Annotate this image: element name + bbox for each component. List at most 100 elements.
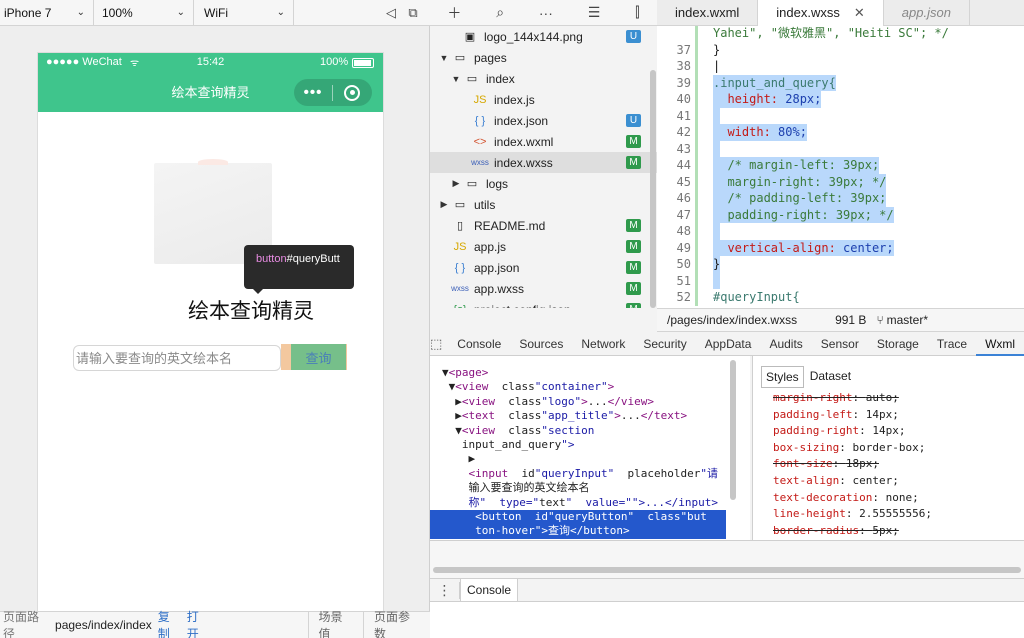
- style-declaration[interactable]: padding-right: 14px;: [773, 423, 905, 440]
- copy-path-link[interactable]: 复制: [158, 608, 181, 638]
- style-declaration[interactable]: padding-left: 14px;: [773, 407, 899, 424]
- style-declaration[interactable]: text-decoration: none;: [773, 490, 919, 507]
- close-target-icon[interactable]: [333, 84, 371, 101]
- tab-dataset[interactable]: Dataset: [806, 366, 855, 388]
- devtools-tab-audits[interactable]: Audits: [760, 332, 811, 356]
- code-line[interactable]: 41: [657, 107, 1024, 124]
- wxml-node[interactable]: 输入要查询的英文绘本名: [442, 481, 589, 495]
- wxml-node-selected[interactable]: <button id"queryButton" class"but: [430, 510, 726, 525]
- wxml-node[interactable]: ▶: [442, 452, 475, 466]
- tab-app-json[interactable]: app.json: [884, 0, 970, 26]
- wxml-node[interactable]: ▶<view class"logo">...</view>: [442, 395, 654, 409]
- wxml-tree[interactable]: ▼<page> ▼<view class"container"> ▶<view …: [430, 356, 750, 540]
- code-line[interactable]: 47 padding-right: 39px; */: [657, 206, 1024, 223]
- chevron-down-icon[interactable]: ▼: [438, 53, 450, 63]
- devtools-tab-security[interactable]: Security: [634, 332, 695, 356]
- element-picker-icon[interactable]: ⬚: [430, 336, 442, 352]
- devtools-tab-appdata[interactable]: AppData: [696, 332, 761, 356]
- code-line[interactable]: 43: [657, 140, 1024, 157]
- query-button[interactable]: 查询: [291, 344, 346, 370]
- style-declaration[interactable]: margin-right: auto;: [773, 390, 899, 407]
- wxml-tree-scrollbar[interactable]: [730, 360, 736, 500]
- code-line[interactable]: 50}: [657, 256, 1024, 273]
- collapse-list-icon[interactable]: ☰: [588, 4, 601, 21]
- code-line[interactable]: 40 height: 28px;: [657, 91, 1024, 108]
- file-tree-item[interactable]: ▼ ▭ index: [430, 68, 657, 89]
- more-dots-icon[interactable]: •••: [294, 84, 332, 101]
- query-input[interactable]: [73, 345, 281, 371]
- code-line[interactable]: 37}: [657, 41, 1024, 58]
- add-file-icon[interactable]: ＋: [447, 3, 461, 23]
- devtools-tab-network[interactable]: Network: [572, 332, 634, 356]
- wxml-node[interactable]: ▼<view class"section: [442, 424, 594, 438]
- wxml-node[interactable]: <input id"queryInput" placeholder"请: [442, 467, 718, 481]
- code-line[interactable]: 46 /* padding-left: 39px;: [657, 190, 1024, 207]
- code-line[interactable]: 52 #queryInput{: [657, 289, 1024, 306]
- code-line[interactable]: 45 margin-right: 39px; */: [657, 173, 1024, 190]
- file-tree-item[interactable]: <> index.wxml M: [430, 131, 657, 152]
- menu-capsule[interactable]: •••: [294, 79, 372, 106]
- open-path-link[interactable]: 打开: [187, 608, 210, 638]
- code-line[interactable]: 48: [657, 223, 1024, 240]
- file-tree-item[interactable]: ▯ README.md M: [430, 215, 657, 236]
- popout-window-icon[interactable]: ⧉: [402, 2, 424, 24]
- wxml-node[interactable]: ▼<page>: [442, 366, 488, 380]
- tab-index-wxss[interactable]: index.wxss ✕: [758, 0, 884, 26]
- file-tree-item[interactable]: ▼ ▭ pages: [430, 47, 657, 68]
- chevron-down-icon[interactable]: ▼: [450, 74, 462, 84]
- style-declaration[interactable]: box-sizing: border-box;: [773, 440, 925, 457]
- style-declaration[interactable]: line-height: 2.55555556;: [773, 506, 932, 523]
- code-line[interactable]: 51: [657, 272, 1024, 289]
- search-icon[interactable]: ⌕: [496, 4, 504, 21]
- git-branch[interactable]: master*: [887, 313, 928, 327]
- wxml-node-selected[interactable]: ton-hover">查询</button>: [430, 524, 726, 539]
- scene-value-button[interactable]: 场景值: [309, 608, 364, 638]
- zoom-select[interactable]: 100% ⌄: [94, 0, 194, 26]
- style-declaration[interactable]: border-radius: 5px;: [773, 523, 899, 540]
- devtools-tab-sensor[interactable]: Sensor: [812, 332, 868, 356]
- chevron-right-icon[interactable]: ▶: [438, 199, 450, 210]
- code-line[interactable]: 42 width: 80%;: [657, 124, 1024, 141]
- drawer-menu-icon[interactable]: ⋮: [430, 581, 460, 599]
- tab-styles[interactable]: Styles: [761, 366, 804, 388]
- wxml-node[interactable]: 称" type="text" value="">...</input>: [442, 496, 717, 510]
- file-tree-item[interactable]: wxss app.wxss M: [430, 278, 657, 299]
- devtools-tab-trace[interactable]: Trace: [928, 332, 976, 356]
- file-tree-item[interactable]: { } app.json M: [430, 257, 657, 278]
- code-line[interactable]: 44 /* margin-left: 39px;: [657, 157, 1024, 174]
- device-select[interactable]: iPhone 7 ⌄: [0, 0, 94, 26]
- file-tree-item[interactable]: JS app.js M: [430, 236, 657, 257]
- more-icon[interactable]: ···: [539, 5, 553, 21]
- code-line[interactable]: 49 vertical-align: center;: [657, 239, 1024, 256]
- close-icon[interactable]: ✕: [854, 5, 865, 20]
- split-view-icon[interactable]: ⫿: [635, 4, 639, 21]
- console-drawer-tab[interactable]: Console: [460, 579, 519, 601]
- file-tree-item[interactable]: { } index.json U: [430, 110, 657, 131]
- file-tree-item[interactable]: wxss index.wxss M: [430, 152, 657, 173]
- file-tree-item[interactable]: ▶ ▭ utils: [430, 194, 657, 215]
- page-params-button[interactable]: 页面参数: [364, 608, 430, 638]
- code-line[interactable]: 38 |: [657, 58, 1024, 75]
- tab-index-wxml[interactable]: index.wxml: [657, 0, 759, 26]
- devtools-tab-console[interactable]: Console: [448, 332, 510, 356]
- file-tree-scrollbar[interactable]: [650, 70, 656, 308]
- devtools-tab-sources[interactable]: Sources: [510, 332, 572, 356]
- wxml-node[interactable]: ▼<view class"container">: [442, 380, 615, 394]
- code-editor[interactable]: Yahei", "微软雅黑", "Heiti SC"; */37} 38 | 39 .i…: [657, 26, 1024, 308]
- wxml-node[interactable]: ▶<text class"app_title">...</text>: [442, 409, 687, 423]
- speaker-icon[interactable]: ◁: [380, 2, 402, 24]
- chevron-right-icon[interactable]: ▶: [450, 178, 462, 189]
- file-tree-item[interactable]: {o} project.config.json M: [430, 299, 657, 308]
- network-select[interactable]: WiFi ⌄: [194, 0, 294, 26]
- code-line[interactable]: 39 .input_and_query{: [657, 74, 1024, 91]
- devtools-tab-storage[interactable]: Storage: [868, 332, 928, 356]
- style-declaration[interactable]: text-align: center;: [773, 473, 899, 490]
- file-tree-item[interactable]: ▶ ▭ logs: [430, 173, 657, 194]
- style-declaration[interactable]: font-size: 18px;: [773, 456, 879, 473]
- horizontal-scrollbar[interactable]: [433, 567, 1021, 573]
- code-line[interactable]: Yahei", "微软雅黑", "Heiti SC"; */: [657, 26, 1024, 42]
- file-tree-item[interactable]: ▣ logo_144x144.png U: [430, 26, 657, 47]
- file-tree-item[interactable]: JS index.js: [430, 89, 657, 110]
- wxml-node[interactable]: input_and_query">: [442, 438, 575, 452]
- devtools-tab-wxml[interactable]: Wxml: [976, 332, 1024, 356]
